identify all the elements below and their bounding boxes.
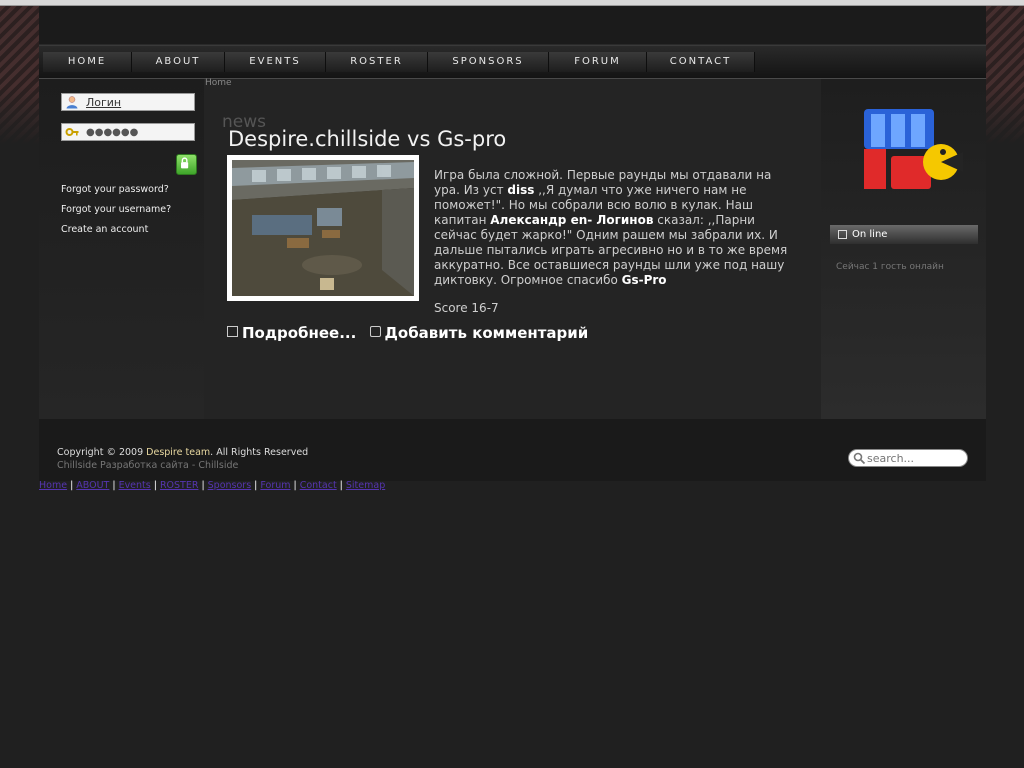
link-separator: |	[293, 480, 297, 491]
right-decor-stripes	[986, 6, 1024, 146]
nav-roster[interactable]: ROSTER	[326, 52, 428, 72]
page-wrapper: HOME ABOUT EVENTS ROSTER SPONSORS FORUM …	[39, 6, 986, 481]
search-box[interactable]	[848, 449, 968, 467]
bottom-link-forum[interactable]: Forum	[260, 480, 290, 491]
bottom-link-bar: Home | ABOUT | Events | ROSTER | Sponsors | Forum |…	[39, 480, 385, 491]
lock-icon	[181, 157, 189, 169]
search-input[interactable]	[867, 451, 963, 465]
arrow-icon	[227, 326, 238, 337]
nav-events[interactable]: EVENTS	[225, 52, 326, 72]
copyright-prefix: Copyright © 2009	[57, 447, 147, 458]
search-icon	[853, 452, 866, 465]
online-count: Сейчас 1 гость онлайн	[836, 262, 944, 272]
nav-sponsors[interactable]: SPONSORS	[428, 52, 549, 72]
read-more-link[interactable]: Подробнее...	[227, 324, 356, 342]
add-comment-link[interactable]: Добавить комментарий	[369, 324, 589, 342]
link-separator: |	[70, 480, 74, 491]
comment-icon	[369, 326, 381, 337]
login-column: Логин ●●●●●● Forgot your password? Forgo…	[39, 79, 204, 419]
match-score: Score 16-7	[434, 301, 499, 315]
bottom-link-sponsors[interactable]: Sponsors	[208, 480, 252, 491]
bottom-link-contact[interactable]: Contact	[300, 480, 337, 491]
nav-contact[interactable]: CONTACT	[647, 52, 755, 72]
copyright-line: Copyright © 2009 Despire team. All Right…	[57, 447, 308, 458]
link-separator: |	[112, 480, 116, 491]
online-icon	[838, 229, 847, 239]
online-title: On line	[852, 229, 888, 240]
forgot-password-link[interactable]: Forgot your password?	[61, 184, 169, 195]
password-value: ●●●●●●	[86, 127, 139, 138]
bottom-link-home[interactable]: Home	[39, 480, 67, 491]
right-sidebar: On line Сейчас 1 гость онлайн	[821, 79, 986, 419]
bottom-link-about[interactable]: ABOUT	[76, 480, 109, 491]
footer: Copyright © 2009 Despire team. All Right…	[39, 419, 986, 481]
nav-forum[interactable]: FORUM	[549, 52, 647, 72]
link-separator: |	[339, 480, 343, 491]
header-bar	[39, 6, 986, 45]
warehouse-scene-image	[232, 160, 414, 296]
breadcrumb[interactable]: Home	[205, 78, 232, 88]
login-button[interactable]	[176, 154, 197, 175]
link-separator: |	[153, 480, 157, 491]
credits-line: Chillside Разработка сайта - Chillside	[57, 460, 239, 471]
username-field[interactable]: Логин	[61, 93, 195, 111]
link-separator: |	[254, 480, 258, 491]
user-icon	[66, 96, 78, 109]
article-image-content	[232, 160, 414, 296]
username-value: Логин	[86, 96, 122, 109]
create-account-link[interactable]: Create an account	[61, 224, 148, 235]
article-bold-text: Александр en- Логинов	[490, 213, 654, 227]
password-field[interactable]: ●●●●●●	[61, 123, 195, 141]
bottom-link-events[interactable]: Events	[119, 480, 151, 491]
bottom-link-roster[interactable]: ROSTER	[160, 480, 199, 491]
copyright-brand[interactable]: Despire team	[146, 447, 210, 458]
forgot-username-link[interactable]: Forgot your username?	[61, 204, 171, 215]
left-decor-stripes	[0, 6, 39, 146]
article-image[interactable]	[227, 155, 419, 301]
online-widget-header: On line	[830, 225, 978, 244]
read-more-label: Подробнее...	[242, 324, 357, 342]
nav-about[interactable]: ABOUT	[132, 52, 225, 72]
key-icon	[65, 128, 79, 136]
main-nav: HOME ABOUT EVENTS ROSTER SPONSORS FORUM …	[39, 45, 986, 81]
article-title[interactable]: Despire.chillside vs Gs-pro	[228, 127, 506, 151]
article-body: Игра была сложной. Первые раунды мы отда…	[434, 168, 794, 288]
article-bold-text: diss	[507, 183, 535, 197]
add-comment-label: Добавить комментарий	[384, 324, 589, 342]
article-actions: Подробнее... Добавить комментарий	[227, 324, 596, 342]
bottom-link-sitemap[interactable]: Sitemap	[346, 480, 385, 491]
mirc-logo[interactable]	[859, 104, 963, 194]
copyright-suffix: . All Rights Reserved	[210, 447, 309, 458]
article-bold-text: Gs-Pro	[621, 273, 667, 287]
content-area: Логин ●●●●●● Forgot your password? Forgo…	[39, 78, 986, 419]
link-separator: |	[201, 480, 205, 491]
nav-home[interactable]: HOME	[43, 52, 132, 72]
